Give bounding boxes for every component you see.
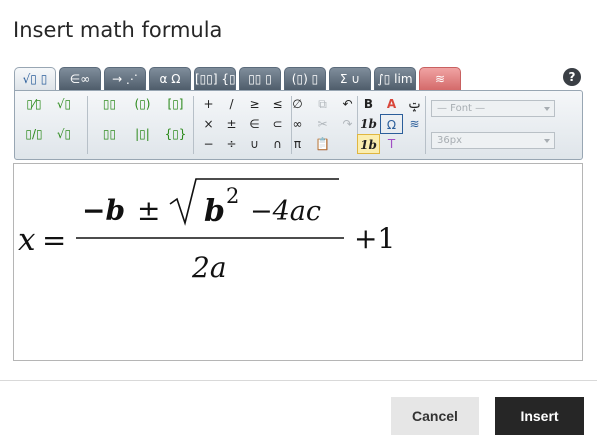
tab-calculus[interactable]: ∫▯ lim [374,67,416,90]
italic-button[interactable]: 1b [357,114,380,134]
tab-matrices[interactable]: [▯▯] {▯ [194,67,236,90]
formula-denominator: 2a [191,251,227,284]
formula-exponent: 2 [226,184,239,208]
toolbar-tabs: √▯ ▯ ∈∞ → ⋰ α Ω [▯▯] {▯ ▯▯ ▯ (▯) ▯ Σ ∪ ∫… [14,67,464,91]
curly-brackets-button[interactable]: {▯} [159,124,192,144]
bevelled-fraction-button[interactable]: ▯/▯ [19,124,49,144]
nth-root-button[interactable]: √▯ [49,124,79,144]
formula-editor[interactable]: x = −b ± b 2 −4ac 2a +1 [13,163,583,361]
sqrt-button[interactable]: √▯ [49,94,79,114]
text-color-icon[interactable]: A [380,94,403,114]
font-select-value: — Font — [437,103,486,114]
font-select[interactable]: — Font — [431,100,555,117]
parentheses-button[interactable]: (▯) [126,94,159,114]
scripts-group: ▯▯ (▯) [▯] ▯▯ |▯| {▯} [93,94,192,144]
square-brackets-button[interactable]: [▯] [159,94,192,114]
formula-lhs: x [18,222,36,258]
times-button[interactable]: × [197,114,220,134]
absolute-value-button[interactable]: |▯| [126,124,159,144]
help-icon[interactable]: ? [563,68,581,86]
formula-plus-one: +1 [354,222,395,255]
text-mode-icon[interactable]: T [380,134,403,154]
divide-slash-button[interactable]: / [220,94,243,114]
empty-set-button[interactable]: ∅ [285,94,310,114]
superscript-button[interactable]: ▯▯ [93,94,126,114]
formula-plus-minus: ± [137,194,160,227]
tab-general[interactable]: √▯ ▯ [14,67,56,91]
tab-symbols[interactable]: ∈∞ [59,67,101,90]
tab-arrows[interactable]: → ⋰ [104,67,146,90]
bold-button[interactable]: B [357,94,380,114]
hand-icon[interactable]: ≋ [403,114,426,134]
insert-button[interactable]: Insert [495,397,584,435]
geq-button[interactable]: ≥ [243,94,266,114]
math-style-button[interactable]: 1b [357,134,380,154]
infinity-button[interactable]: ∞ [285,114,310,134]
font-size-select[interactable]: 36px [431,132,555,149]
formula-equals: = [42,223,66,257]
cut-icon[interactable]: ✂ [310,114,335,134]
tab-brackets[interactable]: (▯) ▯ [284,67,326,90]
tab-contextual[interactable]: ≋ [419,67,461,90]
operators-group: + / ≥ ≤ × ± ∈ ⊂ − ÷ ∪ ∩ [197,94,289,154]
formula-b: b [204,194,225,229]
divide-button[interactable]: ÷ [220,134,243,154]
toolbar-panel: ▯⁄▯ √▯ ▯/▯ √▯ ▯▯ (▯) [▯] ▯▯ |▯| {▯} + / … [14,90,583,160]
format-spacer [403,134,426,154]
union-button[interactable]: ∪ [243,134,266,154]
misc-group: ∅ ⧉ ↶ ∞ ✂ ↷ π 📋 [285,94,360,154]
minus-button[interactable]: − [197,134,220,154]
plus-minus-button[interactable]: ± [220,114,243,134]
tab-big-operators[interactable]: Σ ∪ [329,67,371,90]
formula-render: x = −b ± b 2 −4ac 2a +1 [18,178,395,284]
rtl-icon[interactable]: ݓ [403,94,426,114]
dialog-title: Insert math formula [13,18,223,42]
tab-greek[interactable]: α Ω [149,67,191,90]
element-of-button[interactable]: ∈ [243,114,266,134]
chevron-down-icon [544,107,550,111]
template-group: ▯⁄▯ √▯ ▯/▯ √▯ [19,94,79,144]
plus-button[interactable]: + [197,94,220,114]
cancel-button[interactable]: Cancel [391,397,479,435]
paste-icon[interactable]: 📋 [310,134,335,154]
formula-rest: −4ac [250,196,321,227]
font-size-select-value: 36px [437,135,462,146]
footer-divider [0,380,597,381]
chevron-down-icon [544,139,550,143]
formula-minus-b: −b [82,194,125,227]
special-characters-icon[interactable]: Ω [380,114,403,134]
subscript-button[interactable]: ▯▯ [93,124,126,144]
tab-scripts[interactable]: ▯▯ ▯ [239,67,281,90]
format-group: B A ݓ 1b Ω ≋ 1b T [357,94,426,154]
copy-icon[interactable]: ⧉ [310,94,335,114]
pi-button[interactable]: π [285,134,310,154]
fraction-button[interactable]: ▯⁄▯ [19,94,49,114]
